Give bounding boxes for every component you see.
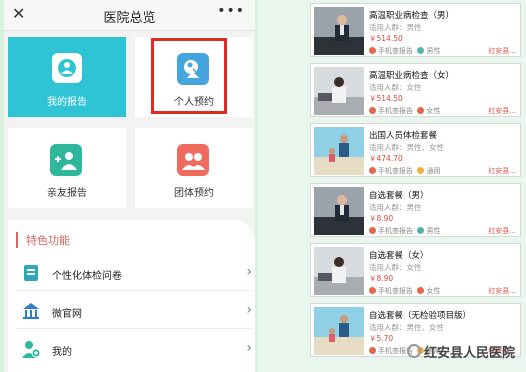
package-thumbnail — [314, 127, 364, 175]
package-name: 自选套餐（无检验项目版） — [369, 311, 472, 321]
package-card[interactable]: 自选套餐（男） 适用人群：男性 ￥8.90 手机查报告 男性 红安县... — [310, 183, 521, 237]
general-icon — [417, 167, 425, 174]
male-icon — [417, 227, 425, 234]
wechat-icon — [407, 344, 421, 358]
package-audience: 适用人群：男性 — [369, 203, 422, 212]
package-price: ￥8.90 — [369, 274, 394, 283]
female-icon — [417, 287, 425, 294]
package-price: ￥514.50 — [369, 94, 403, 103]
package-tags: 手机查报告 男性 — [369, 46, 440, 56]
tile-group-booking[interactable]: 团体预约 — [135, 128, 253, 208]
phone-report-icon — [369, 167, 376, 174]
package-name: 自选套餐（男） — [369, 191, 429, 201]
package-thumbnail — [314, 307, 364, 355]
user-plus-icon — [21, 339, 41, 359]
more-icon[interactable]: ••• — [217, 3, 245, 19]
tile-friends-report[interactable]: 亲友报告 — [8, 128, 126, 208]
tile-label: 团体预约 — [174, 188, 214, 199]
chevron-right-icon: › — [246, 264, 252, 280]
questionnaire-icon — [21, 263, 41, 283]
package-location: 红安县... — [488, 107, 516, 115]
package-tags: 手机查报告 通用 — [369, 166, 440, 176]
package-location: 红安县... — [488, 47, 516, 55]
female-icon — [417, 107, 425, 114]
package-thumbnail — [314, 7, 364, 55]
tile-my-report[interactable]: 我的报告 — [8, 37, 126, 117]
package-audience: 适用人群：女性 — [369, 263, 422, 272]
package-card[interactable]: 自选套餐（女） 适用人群：女性 ￥8.90 手机查报告 女性 红安县... — [310, 243, 521, 297]
phone-report-icon — [369, 227, 376, 234]
package-price: ￥474.70 — [369, 154, 403, 163]
male-icon — [417, 47, 425, 54]
list-item-micro-site[interactable]: 微官网 › — [16, 298, 252, 329]
tile-label: 亲友报告 — [47, 188, 87, 199]
group-booking-icon — [177, 144, 209, 176]
chevron-right-icon: › — [246, 340, 252, 356]
list-item-questionnaire[interactable]: 个性化体检问卷 › — [16, 260, 252, 291]
list-item-label: 微官网 — [52, 309, 82, 320]
package-name: 出国人员体检套餐 — [369, 131, 438, 141]
package-audience: 适用人群：男性 — [369, 23, 422, 32]
phone-report-icon — [369, 347, 376, 354]
package-audience: 适用人群：女性 — [369, 83, 422, 92]
package-card[interactable]: 出国人员体检套餐 适用人群：男性、女性 ￥474.70 手机查报告 通用 红安县… — [310, 123, 521, 177]
package-thumbnail — [314, 67, 364, 115]
bank-icon — [21, 301, 41, 321]
package-thumbnail — [314, 247, 364, 295]
tile-label: 我的报告 — [47, 97, 87, 108]
package-location: 红安县... — [488, 287, 516, 295]
highlight-box — [151, 38, 227, 114]
package-tags: 手机查报告 女性 — [369, 286, 440, 296]
feature-section: 特色功能 个性化体检问卷 › 微官网 › 我的 › — [8, 220, 255, 372]
package-tags: 手机查报告 男性 — [369, 226, 440, 236]
package-tags: 手机查报告 女性 — [369, 106, 440, 116]
package-price: ￥514.50 — [369, 34, 403, 43]
phone-report-icon — [369, 47, 376, 54]
package-location: 红安县... — [488, 227, 516, 235]
package-card[interactable]: 高温职业病检查（男） 适用人群：男性 ￥514.50 手机查报告 男性 红安县.… — [310, 3, 521, 57]
package-price: ￥5.70 — [369, 334, 394, 343]
package-name: 高温职业病检查（女） — [369, 71, 455, 81]
package-audience: 适用人群：男性、女性 — [369, 323, 444, 332]
friends-report-icon — [50, 144, 82, 176]
chevron-right-icon: › — [246, 302, 252, 318]
package-card[interactable]: 高温职业病检查（女） 适用人群：女性 ￥514.50 手机查报告 女性 红安县.… — [310, 63, 521, 117]
watermark: 红安县人民医院 — [407, 342, 515, 361]
user-report-icon — [52, 53, 82, 83]
list-item-label: 我的 — [52, 347, 72, 358]
package-thumbnail — [314, 187, 364, 235]
package-name: 高温职业病检查（男） — [369, 11, 455, 21]
phone-report-icon — [369, 287, 376, 294]
phone-report-icon — [369, 107, 376, 114]
top-bar: ✕ 医院总览 ••• — [4, 0, 255, 31]
list-item-label: 个性化体检问卷 — [52, 271, 122, 282]
package-name: 自选套餐（女） — [369, 251, 429, 261]
package-audience: 适用人群：男性、女性 — [369, 143, 444, 152]
section-title: 特色功能 — [16, 232, 70, 248]
package-location: 红安县... — [488, 167, 516, 175]
package-price: ￥8.90 — [369, 214, 394, 223]
list-item-mine[interactable]: 我的 › — [16, 336, 252, 366]
